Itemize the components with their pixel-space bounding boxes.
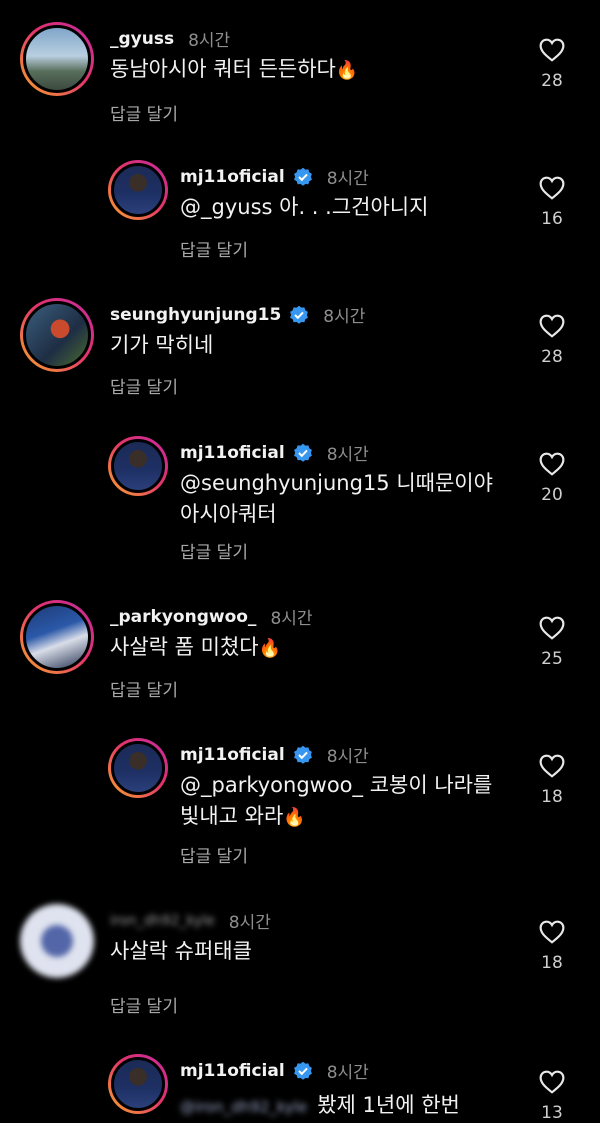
reply-button[interactable]: 답글 달기	[180, 538, 248, 563]
comment-meta: mj11oficial 8시간	[180, 742, 369, 768]
comment-text: @_parkyongwoo_ 코봉이 나라를 빛내고 와라🔥	[180, 773, 493, 828]
avatar[interactable]	[108, 160, 168, 220]
avatar[interactable]	[108, 738, 168, 798]
comment-meta: seunghyunjung15 8시간	[110, 302, 366, 328]
timestamp: 8시간	[326, 747, 369, 767]
like-button[interactable]: 18	[532, 920, 572, 973]
comment-meta: mj11oficial 8시간	[180, 1058, 369, 1084]
timestamp: 8시간	[326, 445, 369, 465]
like-button[interactable]: 13	[532, 1070, 572, 1123]
username-link[interactable]: seunghyunjung15	[110, 305, 281, 325]
mention-link[interactable]: @iron_dh92_kyle	[180, 1098, 307, 1116]
verified-badge-icon	[293, 1061, 312, 1080]
timestamp: 8시간	[188, 31, 231, 51]
reply-button[interactable]: 답글 달기	[110, 676, 178, 701]
fire-emoji: 🔥	[335, 60, 359, 81]
username-link[interactable]: mj11oficial	[180, 1061, 285, 1081]
comment-text: 동남아시아 쿼터 든든하다🔥	[110, 57, 359, 81]
like-count: 20	[541, 485, 563, 505]
heart-icon	[539, 1070, 565, 1094]
fire-emoji: 🔥	[283, 807, 306, 828]
username-link[interactable]: mj11oficial	[180, 167, 285, 187]
comment-text: 사살락 폼 미쳤다🔥	[110, 635, 282, 659]
like-button[interactable]: 16	[532, 176, 572, 229]
timestamp: 8시간	[228, 913, 271, 933]
reply-button[interactable]: 답글 달기	[180, 236, 248, 261]
heart-icon	[539, 452, 565, 476]
heart-icon	[539, 920, 565, 944]
reply-button[interactable]: 답글 달기	[110, 100, 178, 125]
avatar[interactable]	[108, 436, 168, 496]
timestamp: 8시간	[270, 609, 313, 629]
heart-icon	[539, 616, 565, 640]
comment-text: @_gyuss 아. . .그건아니지	[180, 195, 429, 219]
comment-meta: _gyuss 8시간	[110, 26, 231, 52]
username-link[interactable]: mj11oficial	[180, 745, 285, 765]
like-count: 28	[541, 71, 563, 91]
username-link[interactable]: _parkyongwoo_	[110, 607, 256, 627]
fire-emoji: 🔥	[258, 638, 282, 659]
avatar[interactable]	[108, 1054, 168, 1114]
username-link[interactable]: mj11oficial	[180, 443, 285, 463]
comment-text: 기가 막히네	[110, 333, 214, 357]
like-count: 25	[541, 649, 563, 669]
heart-icon	[539, 176, 565, 200]
comment-meta: iron_dh92_kyle 8시간	[110, 908, 271, 934]
like-button[interactable]: 20	[532, 452, 572, 505]
heart-icon	[539, 38, 565, 62]
avatar[interactable]	[20, 298, 94, 372]
comment-text: @seunghyunjung15 니때문이야 아시아쿼터	[180, 471, 493, 526]
like-count: 18	[541, 787, 563, 807]
comment-meta: mj11oficial 8시간	[180, 440, 369, 466]
verified-badge-icon	[293, 167, 312, 186]
timestamp: 8시간	[326, 169, 369, 189]
like-button[interactable]: 28	[532, 38, 572, 91]
avatar[interactable]	[20, 22, 94, 96]
heart-icon	[539, 754, 565, 778]
like-count: 13	[541, 1103, 563, 1123]
comment-meta: _parkyongwoo_ 8시간	[110, 604, 313, 630]
avatar[interactable]	[20, 904, 94, 978]
verified-badge-icon	[293, 443, 312, 462]
timestamp: 8시간	[326, 1063, 369, 1083]
like-count: 18	[541, 953, 563, 973]
like-button[interactable]: 28	[532, 314, 572, 367]
avatar[interactable]	[20, 600, 94, 674]
reply-button[interactable]: 답글 달기	[110, 992, 178, 1017]
like-count: 16	[541, 209, 563, 229]
comment-text: @iron_dh92_kyle 봤제 1년에 한번	[180, 1093, 460, 1117]
like-button[interactable]: 25	[532, 616, 572, 669]
verified-badge-icon	[293, 745, 312, 764]
comment-meta: mj11oficial 8시간	[180, 164, 369, 190]
heart-icon	[539, 314, 565, 338]
comment-text: 사살락 슈퍼태클	[110, 939, 252, 963]
like-count: 28	[541, 347, 563, 367]
like-button[interactable]: 18	[532, 754, 572, 807]
reply-button[interactable]: 답글 달기	[180, 842, 248, 867]
username-link[interactable]: iron_dh92_kyle	[110, 913, 215, 929]
timestamp: 8시간	[323, 307, 366, 327]
reply-button[interactable]: 답글 달기	[110, 373, 178, 398]
username-link[interactable]: _gyuss	[110, 29, 174, 49]
verified-badge-icon	[290, 305, 309, 324]
